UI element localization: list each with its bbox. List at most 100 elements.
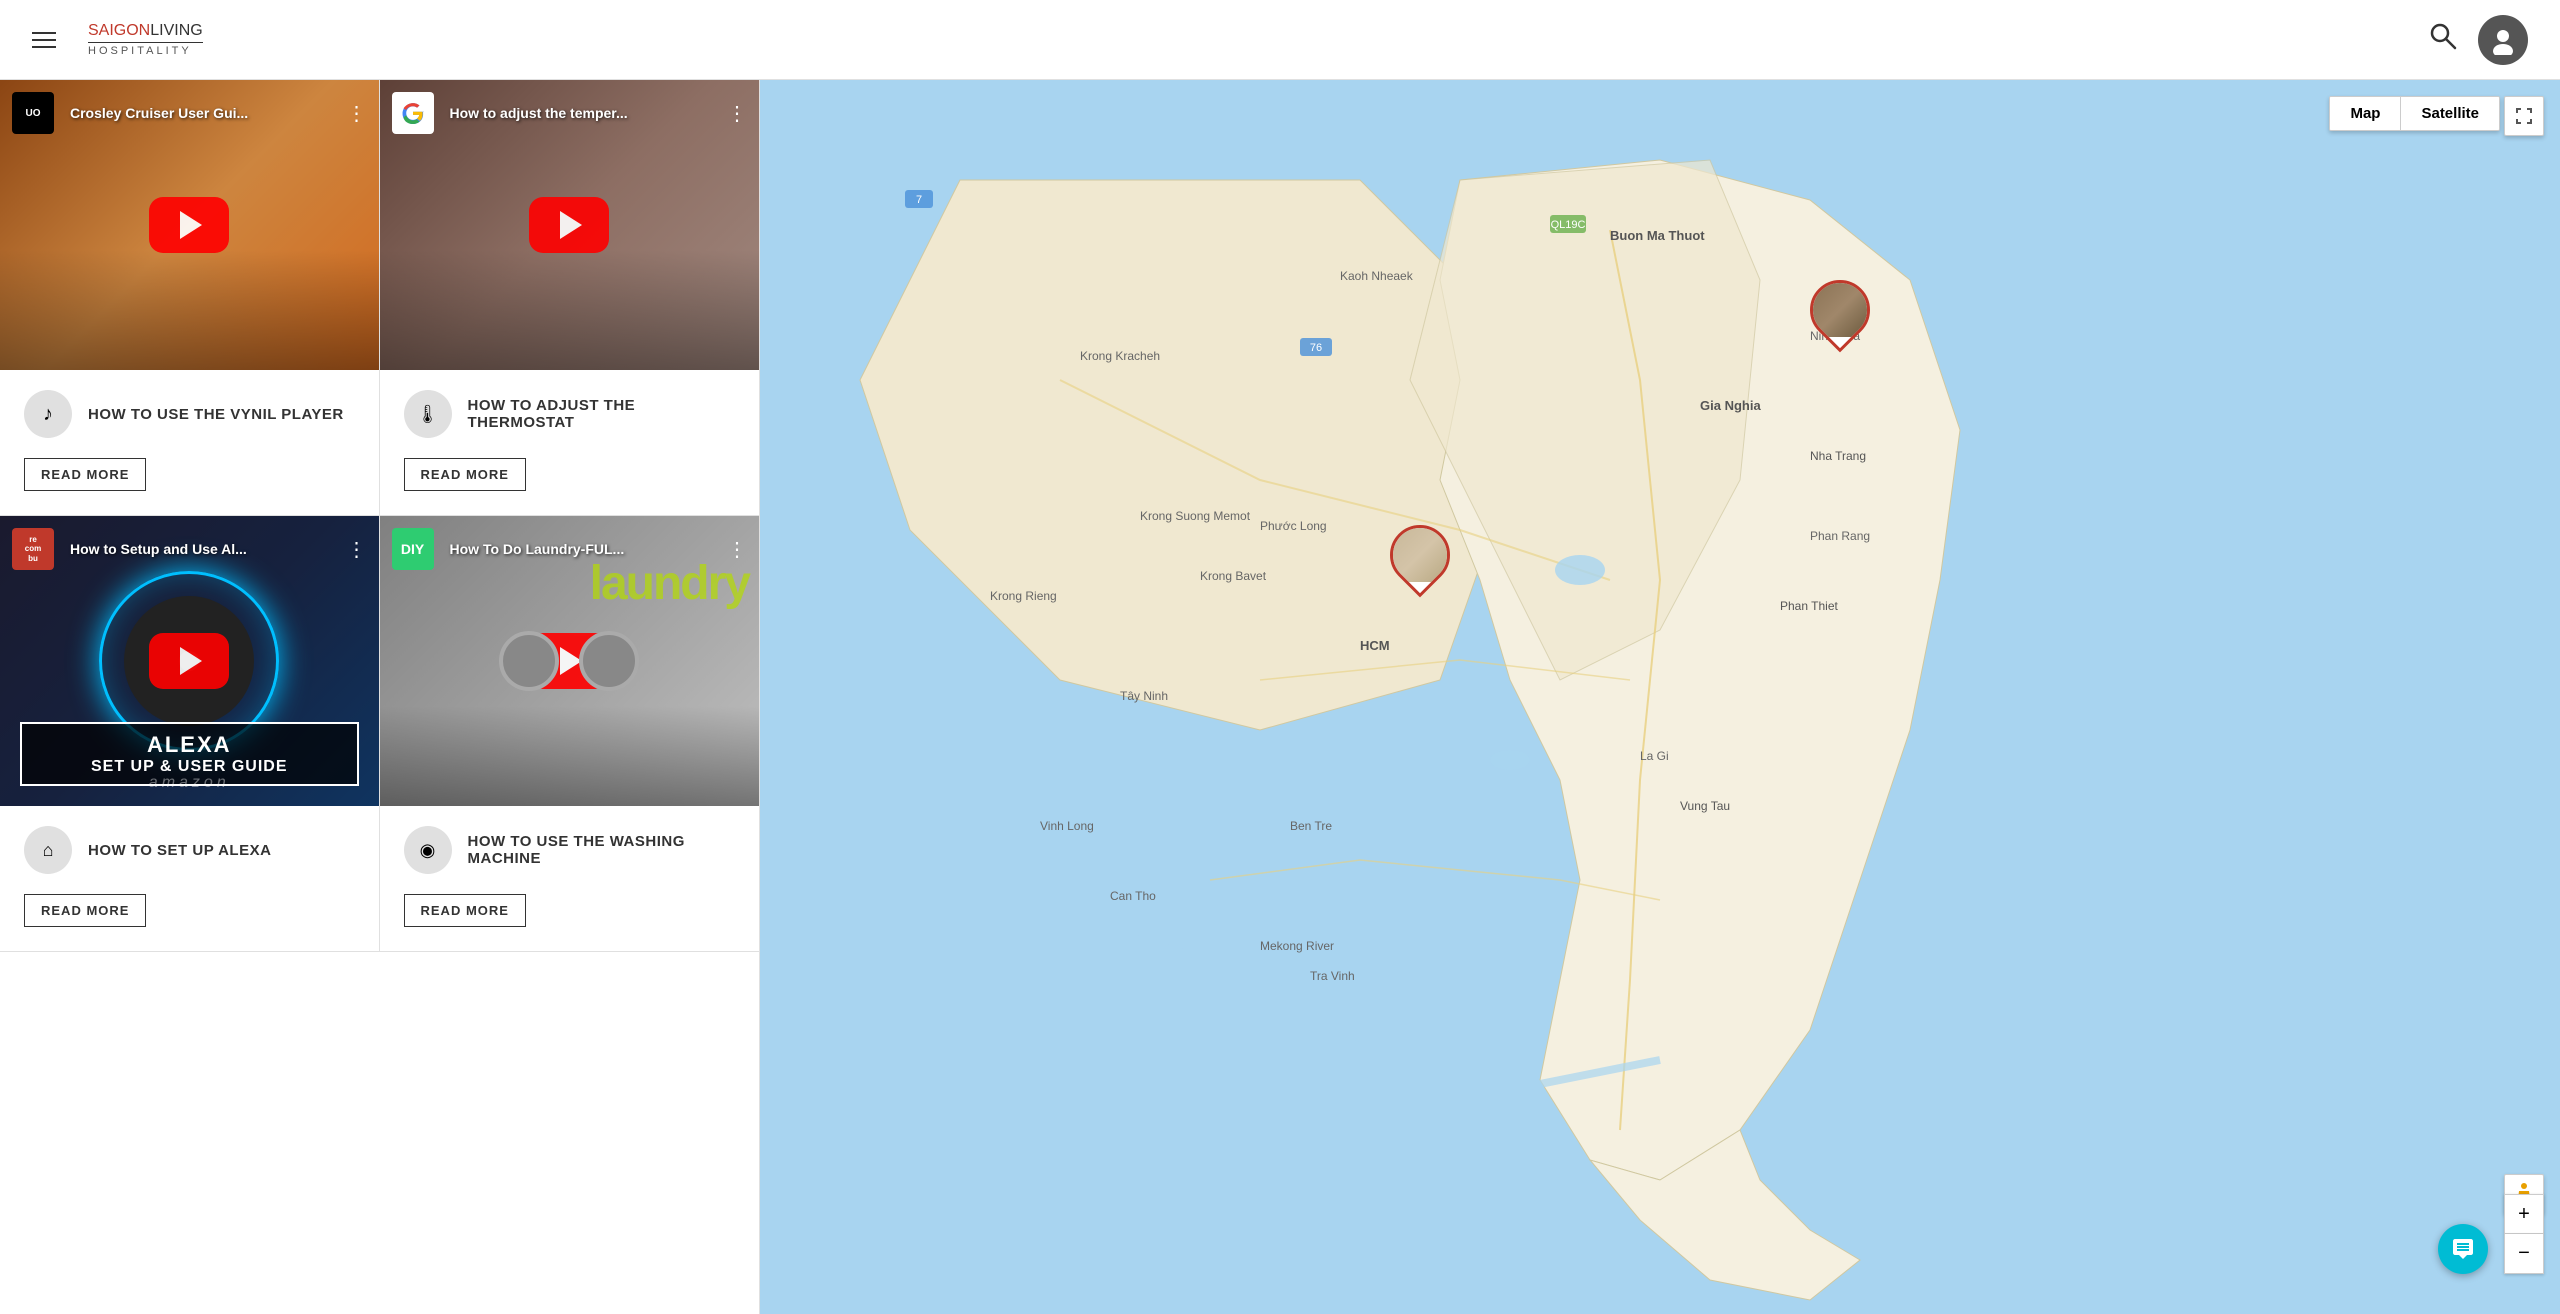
- video-card-1: UO Crosley Cruiser User Gui... ⋮ ♪ HOW T…: [0, 80, 380, 516]
- svg-text:7: 7: [916, 194, 922, 206]
- svg-text:Mekong River: Mekong River: [1260, 939, 1334, 953]
- svg-text:Kaoh Nheaek: Kaoh Nheaek: [1340, 269, 1414, 283]
- map-type-map-button[interactable]: Map: [2330, 97, 2401, 130]
- search-button[interactable]: [2428, 21, 2458, 58]
- main-layout: UO Crosley Cruiser User Gui... ⋮ ♪ HOW T…: [0, 80, 2560, 1314]
- logo[interactable]: SAIGON LIVING HOSPITALITY: [88, 22, 203, 57]
- map-type-satellite-button[interactable]: Satellite: [2401, 97, 2499, 130]
- video-thumbnail-1[interactable]: UO Crosley Cruiser User Gui... ⋮: [0, 80, 379, 370]
- svg-text:Phan Rang: Phan Rang: [1810, 529, 1870, 543]
- logo-living: LIVING: [150, 22, 202, 40]
- pin-image-2: [1378, 513, 1463, 598]
- video-label-1: HOW TO USE THE VYNIL PLAYER: [88, 406, 344, 423]
- svg-text:Tây Ninh: Tây Ninh: [1120, 689, 1168, 703]
- channel-badge-1: UO Crosley Cruiser User Gui...: [12, 92, 248, 134]
- zoom-in-button[interactable]: +: [2504, 1194, 2544, 1234]
- chat-button[interactable]: [2438, 1224, 2488, 1274]
- svg-text:Tra Vinh: Tra Vinh: [1310, 969, 1355, 983]
- read-more-button-1[interactable]: READ MORE: [24, 458, 146, 491]
- read-more-button-2[interactable]: READ MORE: [404, 458, 526, 491]
- laundry-text: laundry: [590, 556, 749, 611]
- pin-image-1: [1798, 268, 1883, 353]
- map-svg: Krong Kracheh Kaoh Nheaek Buon Ma Thuot …: [760, 80, 2560, 1314]
- svg-text:Vinh Long: Vinh Long: [1040, 819, 1094, 833]
- channel-icon-2: [392, 92, 434, 134]
- read-more-section-1: READ MORE: [0, 458, 379, 515]
- svg-text:Krong Rieng: Krong Rieng: [990, 589, 1057, 603]
- video-card-2: How to adjust the temper... ⋮ 🌡 HOW TO A…: [380, 80, 760, 516]
- svg-text:Krong Bavet: Krong Bavet: [1200, 569, 1267, 583]
- play-btn-container-2: [529, 197, 609, 253]
- logo-saigon: SAIGON: [88, 22, 150, 40]
- svg-text:Vung Tau: Vung Tau: [1680, 799, 1730, 813]
- header: SAIGON LIVING HOSPITALITY: [0, 0, 2560, 80]
- read-more-section-3: READ MORE: [0, 894, 379, 951]
- video-card-4: DIY How To Do Laundry-FUL... ⋮: [380, 516, 760, 952]
- play-button-3[interactable]: [149, 633, 229, 689]
- video-label-3: HOW TO SET UP ALEXA: [88, 842, 271, 859]
- svg-text:76: 76: [1310, 342, 1322, 354]
- play-button-2[interactable]: [529, 197, 609, 253]
- map-pin-1[interactable]: [1810, 280, 1870, 348]
- channel-icon-3: recombu: [12, 528, 54, 570]
- more-button-3[interactable]: ⋮: [347, 537, 367, 562]
- washer-icon: ◉: [404, 826, 452, 874]
- map-type-control: Map Satellite: [2329, 96, 2500, 131]
- channel-badge-3: recombu How to Setup and Use Al...: [12, 528, 247, 570]
- thermostat-icon: 🌡: [404, 390, 452, 438]
- video-label-4: HOW TO USE THE WASHING MACHINE: [468, 833, 736, 867]
- account-button[interactable]: [2478, 15, 2528, 65]
- video-title-2: How to adjust the temper...: [450, 105, 628, 121]
- map-pin-2[interactable]: [1390, 525, 1450, 593]
- svg-text:Phan Thiet: Phan Thiet: [1780, 599, 1838, 613]
- music-icon: ♪: [24, 390, 72, 438]
- channel-icon-1: UO: [12, 92, 54, 134]
- right-panel: Krong Kracheh Kaoh Nheaek Buon Ma Thuot …: [760, 80, 2560, 1314]
- more-button-1[interactable]: ⋮: [347, 101, 367, 126]
- map-fullscreen-button[interactable]: [2504, 96, 2544, 136]
- svg-text:Nha Trang: Nha Trang: [1810, 449, 1866, 463]
- play-btn-container-1: [149, 197, 229, 253]
- menu-button[interactable]: [32, 32, 56, 48]
- read-more-section-4: READ MORE: [380, 894, 760, 951]
- zoom-out-button[interactable]: −: [2504, 1234, 2544, 1274]
- alexa-title: ALEXA: [38, 732, 341, 758]
- logo-underline: [88, 42, 203, 43]
- amazon-watermark: amazon: [149, 774, 230, 792]
- left-panel: UO Crosley Cruiser User Gui... ⋮ ♪ HOW T…: [0, 80, 760, 1314]
- svg-text:Ben Tre: Ben Tre: [1290, 819, 1332, 833]
- map-zoom-controls: + −: [2504, 1194, 2544, 1274]
- logo-hospitality: HOSPITALITY: [88, 45, 192, 57]
- svg-text:Buon Ma Thuot: Buon Ma Thuot: [1610, 228, 1705, 243]
- video-overlay-top-3: recombu How to Setup and Use Al... ⋮: [12, 528, 367, 570]
- video-overlay-top-1: UO Crosley Cruiser User Gui... ⋮: [12, 92, 367, 134]
- svg-text:La Gi: La Gi: [1640, 749, 1669, 763]
- video-label-2: HOW TO ADJUST THE THERMOSTAT: [468, 397, 736, 431]
- read-more-button-3[interactable]: READ MORE: [24, 894, 146, 927]
- read-more-section-2: READ MORE: [380, 458, 760, 515]
- video-thumbnail-2[interactable]: How to adjust the temper... ⋮: [380, 80, 760, 370]
- svg-text:Phước Long: Phước Long: [1260, 519, 1327, 533]
- video-card-3: recombu How to Setup and Use Al... ⋮ ALE…: [0, 516, 380, 952]
- map-container[interactable]: Krong Kracheh Kaoh Nheaek Buon Ma Thuot …: [760, 80, 2560, 1314]
- play-button-1[interactable]: [149, 197, 229, 253]
- video-title-4: How To Do Laundry-FUL...: [450, 541, 625, 557]
- svg-text:Krong Kracheh: Krong Kracheh: [1080, 349, 1160, 363]
- video-thumbnail-3[interactable]: recombu How to Setup and Use Al... ⋮ ALE…: [0, 516, 379, 806]
- channel-badge-2: How to adjust the temper...: [392, 92, 628, 134]
- svg-text:Can Tho: Can Tho: [1110, 889, 1156, 903]
- more-button-2[interactable]: ⋮: [727, 101, 747, 126]
- video-overlay-top-2: How to adjust the temper... ⋮: [392, 92, 748, 134]
- header-left: SAIGON LIVING HOSPITALITY: [32, 22, 203, 57]
- video-title-3: How to Setup and Use Al...: [70, 541, 247, 557]
- video-info-2: 🌡 HOW TO ADJUST THE THERMOSTAT: [380, 370, 760, 458]
- read-more-button-4[interactable]: READ MORE: [404, 894, 526, 927]
- video-title-1: Crosley Cruiser User Gui...: [70, 105, 248, 121]
- pin-image-inner-1: [1813, 283, 1867, 337]
- svg-text:Krong Suong Memot: Krong Suong Memot: [1140, 509, 1251, 523]
- svg-text:Gia Nghia: Gia Nghia: [1700, 398, 1761, 413]
- play-btn-container-3: [149, 633, 229, 689]
- channel-icon-4: DIY: [392, 528, 434, 570]
- header-right: [2428, 15, 2528, 65]
- video-thumbnail-4[interactable]: DIY How To Do Laundry-FUL... ⋮: [380, 516, 760, 806]
